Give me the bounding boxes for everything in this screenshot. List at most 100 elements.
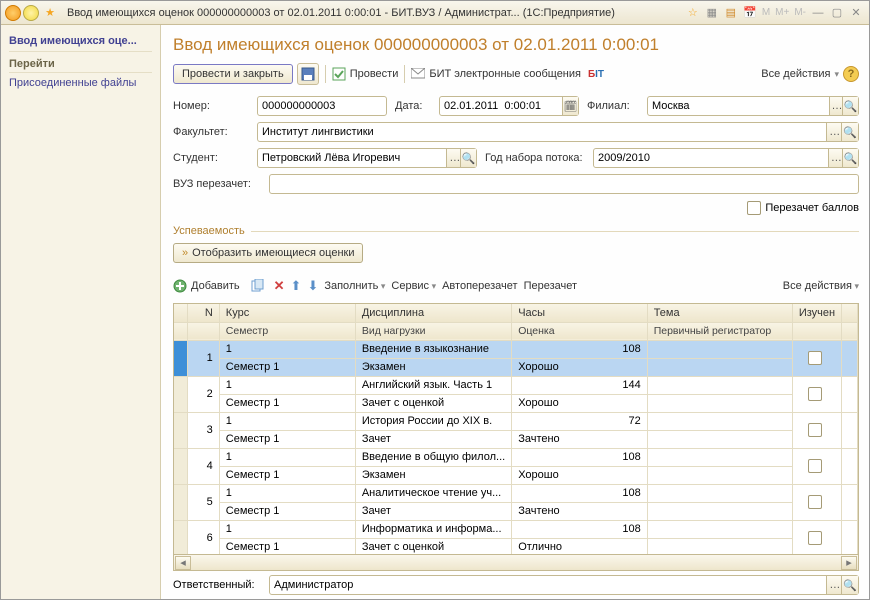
table-row-sub[interactable]: Семестр 1ЭкзаменХорошо bbox=[174, 466, 858, 484]
table-row[interactable]: 51Аналитическое чтение уч...108 bbox=[174, 484, 858, 502]
calc-icon[interactable]: ▤ bbox=[722, 4, 740, 22]
col-n[interactable]: N bbox=[188, 304, 219, 322]
separator bbox=[404, 65, 405, 83]
filial-label: Филиал: bbox=[587, 100, 639, 112]
col-course[interactable]: Курс bbox=[219, 304, 355, 322]
table-row[interactable]: 41Введение в общую филол...108 bbox=[174, 448, 858, 466]
bit-logo-icon[interactable]: БIT bbox=[585, 63, 607, 85]
fill-dropdown[interactable]: Заполнить bbox=[324, 280, 385, 292]
responsible-input[interactable]: …🔍 bbox=[269, 575, 859, 595]
grades-table: N Курс Дисциплина Часы Тема Изучен Семес… bbox=[173, 303, 859, 571]
rescore-label: Перезачет баллов bbox=[765, 202, 859, 214]
group-title-progress: Успеваемость bbox=[173, 225, 859, 237]
studied-checkbox[interactable] bbox=[808, 531, 822, 545]
help-icon[interactable]: ? bbox=[843, 66, 859, 82]
scroll-right-icon[interactable]: ▸ bbox=[841, 556, 857, 570]
post-label: Провести bbox=[350, 68, 399, 80]
auto-rescore-button[interactable]: Автоперезачет bbox=[442, 280, 517, 292]
copy-icon[interactable] bbox=[246, 275, 268, 297]
m-btn[interactable]: M bbox=[760, 7, 772, 18]
date-input[interactable]: 🗓 bbox=[439, 96, 579, 116]
save-icon[interactable] bbox=[297, 63, 319, 85]
studied-checkbox[interactable] bbox=[808, 459, 822, 473]
col-subject[interactable]: Тема bbox=[647, 304, 792, 322]
student-label: Студент: bbox=[173, 152, 249, 164]
faculty-input[interactable]: …🔍 bbox=[257, 122, 859, 142]
main-toolbar: Провести и закрыть Провести БИТ электрон… bbox=[173, 63, 859, 93]
vuz-label: ВУЗ перезачет: bbox=[173, 178, 261, 190]
open-icon[interactable]: 🔍 bbox=[841, 123, 858, 141]
rescore-checkbox[interactable]: Перезачет баллов bbox=[747, 201, 859, 215]
move-down-icon[interactable]: ⬇ bbox=[307, 278, 318, 294]
scroll-left-icon[interactable]: ◂ bbox=[175, 556, 191, 570]
sys-home-icon[interactable] bbox=[5, 5, 21, 21]
sidebar-current[interactable]: Ввод имеющихся оце... bbox=[9, 31, 152, 52]
col-prim[interactable]: Первичный регистратор bbox=[647, 322, 792, 340]
table-row[interactable]: 11Введение в языкознание108 bbox=[174, 340, 858, 358]
col-semester[interactable]: Семестр bbox=[219, 322, 355, 340]
table-row-sub[interactable]: Семестр 1ЗачетЗачтено bbox=[174, 430, 858, 448]
year-input[interactable]: …🔍 bbox=[593, 148, 859, 168]
sidebar: Ввод имеющихся оце... Перейти Присоедине… bbox=[1, 25, 161, 599]
studied-checkbox[interactable] bbox=[808, 351, 822, 365]
show-grades-button[interactable]: » Отобразить имеющиеся оценки bbox=[173, 243, 363, 263]
table-row-sub[interactable]: Семестр 1ЭкзаменХорошо bbox=[174, 358, 858, 376]
move-up-icon[interactable]: ⬆ bbox=[291, 278, 302, 294]
add-button[interactable]: Добавить bbox=[173, 279, 240, 293]
add-label: Добавить bbox=[191, 280, 240, 292]
table-toolbar: Добавить ✕ ⬆ ⬇ Заполнить Сервис Автопере… bbox=[173, 269, 859, 303]
open-icon[interactable]: 🔍 bbox=[841, 576, 858, 594]
star-icon[interactable]: ★ bbox=[41, 4, 59, 22]
faculty-label: Факультет: bbox=[173, 126, 249, 138]
rescore-button[interactable]: Перезачет bbox=[524, 280, 577, 292]
table-all-actions[interactable]: Все действия bbox=[783, 280, 859, 292]
delete-icon[interactable]: ✕ bbox=[274, 278, 285, 294]
favorite-icon[interactable]: ☆ bbox=[684, 4, 702, 22]
open-icon[interactable]: 🔍 bbox=[842, 149, 858, 167]
year-label: Год набора потока: bbox=[485, 152, 585, 164]
col-grade[interactable]: Оценка bbox=[512, 322, 648, 340]
col-scroll bbox=[842, 304, 858, 322]
studied-checkbox[interactable] bbox=[808, 423, 822, 437]
open-icon[interactable]: 🔍 bbox=[842, 97, 858, 115]
sys-nav-icon[interactable] bbox=[23, 5, 39, 21]
table-row[interactable]: 21Английский язык. Часть 1144 bbox=[174, 376, 858, 394]
service-dropdown[interactable]: Сервис bbox=[391, 280, 436, 292]
col-discipline[interactable]: Дисциплина bbox=[355, 304, 511, 322]
number-input[interactable] bbox=[257, 96, 387, 116]
open-icon[interactable]: 🔍 bbox=[460, 149, 476, 167]
vuz-input[interactable] bbox=[269, 174, 859, 194]
studied-checkbox[interactable] bbox=[808, 495, 822, 509]
post-and-close-button[interactable]: Провести и закрыть bbox=[173, 64, 293, 84]
table-row-sub[interactable]: Семестр 1Зачет с оценкойХорошо bbox=[174, 394, 858, 412]
col-handle[interactable] bbox=[174, 304, 188, 322]
titlebar: ★ Ввод имеющихся оценок 000000000003 от … bbox=[1, 1, 869, 25]
all-actions-dropdown[interactable]: Все действия bbox=[761, 68, 839, 80]
grid-icon[interactable]: ▦ bbox=[703, 4, 721, 22]
minimize-icon[interactable]: — bbox=[809, 4, 827, 22]
col-studied[interactable]: Изучен bbox=[792, 304, 841, 322]
m-minus-btn[interactable]: M- bbox=[792, 7, 808, 18]
date-label: Дата: bbox=[395, 100, 431, 112]
bit-messages-button[interactable]: БИТ электронные сообщения bbox=[411, 68, 581, 80]
table-row[interactable]: 61Информатика и информа...108 bbox=[174, 520, 858, 538]
m-plus-btn[interactable]: M+ bbox=[773, 7, 791, 18]
calendar-icon[interactable]: 📅 bbox=[741, 4, 759, 22]
col-load[interactable]: Вид нагрузки bbox=[355, 322, 511, 340]
horizontal-scrollbar[interactable]: ◂ ▸ bbox=[174, 554, 858, 570]
col-hours[interactable]: Часы bbox=[512, 304, 648, 322]
close-icon[interactable]: ✕ bbox=[847, 4, 865, 22]
studied-checkbox[interactable] bbox=[808, 387, 822, 401]
table-row-sub[interactable]: Семестр 1Зачет с оценкойОтлично bbox=[174, 538, 858, 554]
sidebar-item-files[interactable]: Присоединенные файлы bbox=[9, 73, 152, 93]
separator bbox=[325, 65, 326, 83]
table-row-sub[interactable]: Семестр 1ЗачетЗачтено bbox=[174, 502, 858, 520]
maximize-icon[interactable]: ▢ bbox=[828, 4, 846, 22]
student-input[interactable]: …🔍 bbox=[257, 148, 477, 168]
sidebar-group-goto[interactable]: Перейти bbox=[9, 52, 152, 73]
bit-label: БИТ электронные сообщения bbox=[429, 68, 581, 80]
post-button[interactable]: Провести bbox=[332, 67, 399, 81]
calendar-picker-icon[interactable]: 🗓 bbox=[562, 97, 578, 115]
filial-input[interactable]: …🔍 bbox=[647, 96, 859, 116]
table-row[interactable]: 31История России до XIX в.72 bbox=[174, 412, 858, 430]
